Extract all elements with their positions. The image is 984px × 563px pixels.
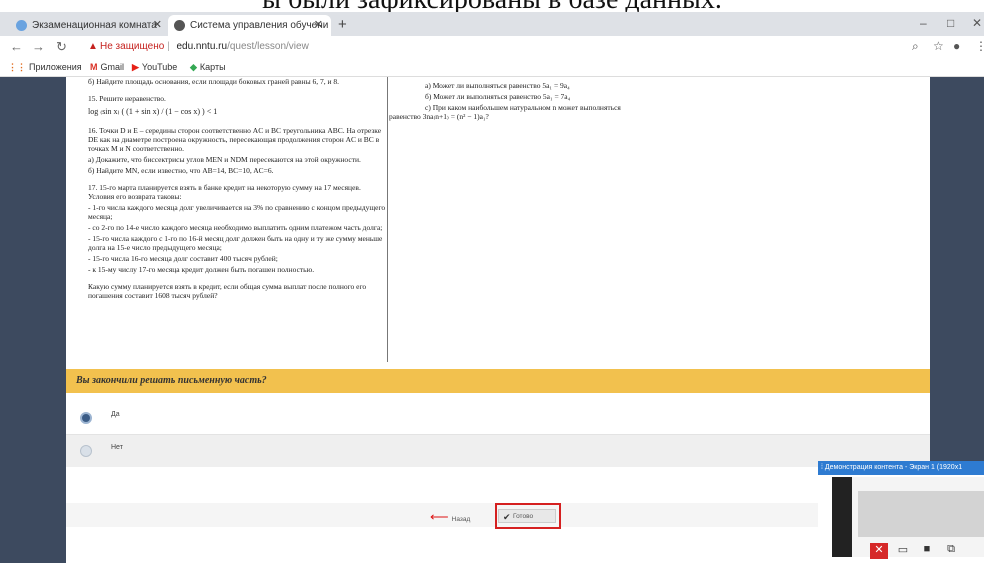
back-label: Назад: [451, 516, 471, 523]
bookmarks-bar: ⋮⋮ Приложения M Gmail ▶ YouTube ◆ Карты: [0, 58, 984, 77]
tab-label: Экзаменационная комната: [32, 20, 157, 31]
highlight-frame: [495, 503, 561, 529]
bookmark-maps[interactable]: ◆ Карты: [190, 62, 226, 73]
browser-tabbar: Экзаменационная комната ✕ Система управл…: [0, 12, 984, 36]
gmail-icon: M: [90, 62, 98, 72]
minimize-icon[interactable]: –: [920, 16, 927, 30]
q19-c: с) При каком наибольшем натуральном n мо…: [425, 103, 621, 112]
column-divider: [387, 77, 388, 362]
radio-selected-icon[interactable]: [80, 412, 92, 424]
tasks-right-column: а) Может ли выполняться равенство 5a₁ = …: [389, 77, 639, 123]
q17-item: - 15-го числа каждого с 1-го по 16-й мес…: [88, 234, 383, 252]
forward-arrow-icon[interactable]: →: [32, 39, 45, 54]
option-label: Нет: [111, 444, 123, 451]
window-icon[interactable]: ⧉: [942, 543, 960, 559]
apps-grid-icon: ⋮⋮: [8, 62, 26, 72]
tab-lms[interactable]: Система управления обучени ✕: [168, 15, 331, 36]
arrow-left-icon: ⟵: [430, 509, 449, 524]
q17-question: Какую сумму планируется взять в кредит, …: [88, 282, 367, 300]
screen-icon[interactable]: ▭: [894, 543, 912, 559]
q16-a: а) Докажите, что биссектрисы углов MEN и…: [88, 155, 361, 164]
tab-exam-room[interactable]: Экзаменационная комната ✕: [10, 15, 170, 36]
q14-tail: б) Найдите площадь основания, если площа…: [88, 77, 340, 86]
q19-a: а) Может ли выполняться равенство 5a₁ = …: [425, 81, 570, 90]
close-tab-icon[interactable]: ✕: [314, 15, 323, 36]
tab-label: Система управления обучени: [190, 20, 329, 31]
q19-b: б) Может ли выполняться равенство 5a₁ = …: [425, 92, 571, 101]
tasks-left-column: б) Найдите площадь основания, если площа…: [88, 77, 388, 302]
question-heading: Вы закончили решать письменную часть?: [66, 369, 930, 393]
q17-item: - 15-го числа 16-го месяца долг составит…: [88, 254, 278, 263]
warning-icon: ▲: [88, 41, 98, 52]
address-bar: ← → ↻ ▲ Не защищено | edu.nntu.ru/quest/…: [0, 36, 984, 58]
tab-favicon-icon: [174, 20, 185, 31]
stop-sharing-icon[interactable]: ✕: [870, 543, 888, 559]
action-footer: ⟵ Назад ✔ Готово: [66, 503, 930, 529]
answer-option-no[interactable]: Нет: [66, 435, 930, 467]
preview-shadow: [832, 477, 852, 557]
close-window-icon[interactable]: ✕: [972, 16, 982, 30]
q16-text: 16. Точки D и E – середины сторон соотве…: [88, 126, 382, 153]
lesson-card: б) Найдите площадь основания, если площа…: [66, 77, 930, 563]
url-host: edu.nntu.ru: [176, 41, 228, 52]
bookmark-star-icon[interactable]: ☆: [933, 39, 944, 53]
share-controls: ✕ ▭ ■ ⧉: [864, 541, 984, 563]
share-title[interactable]: ⁞ Демонстрация контента - Экран 1 (1920x…: [818, 461, 984, 475]
bookmark-label: Приложения: [29, 62, 82, 72]
bookmark-apps[interactable]: ⋮⋮ Приложения: [8, 62, 82, 73]
q19-c-equation: равенство 3na₍n+1₎ = (n² − 1)a₁?: [389, 112, 489, 121]
bookmark-youtube[interactable]: ▶ YouTube: [132, 62, 177, 73]
url-field[interactable]: Не защищено | edu.nntu.ru/quest/lesson/v…: [100, 41, 309, 52]
q17-item: - со 2-го по 14-е число каждого месяца н…: [88, 223, 383, 232]
profile-icon[interactable]: ●: [953, 39, 960, 53]
q15-formula: log ₍sin x₎ ( (1 + sin x) / (1 − cos x) …: [88, 107, 218, 116]
preview-box: [858, 491, 984, 537]
q17-item: - к 15-му числу 17-го месяца кредит долж…: [88, 265, 315, 274]
menu-icon[interactable]: ⋮: [975, 39, 984, 53]
q17-intro: 17. 15-го марта планируется взять в банк…: [88, 183, 361, 201]
answer-option-yes[interactable]: Да: [66, 402, 930, 435]
new-tab-icon[interactable]: +: [338, 16, 347, 33]
back-arrow-icon[interactable]: ←: [10, 39, 23, 54]
maps-icon: ◆: [190, 62, 197, 72]
youtube-icon: ▶: [132, 62, 139, 72]
url-path: /quest/lesson/view: [227, 41, 309, 52]
radio-unselected-icon[interactable]: [80, 445, 92, 457]
zoom-icon[interactable]: ⌕: [912, 39, 919, 54]
share-title-label: Демонстрация контента - Экран 1 (1920x1: [824, 464, 963, 471]
reload-icon[interactable]: ↻: [56, 39, 67, 55]
security-label: Не защищено: [100, 41, 165, 52]
bookmark-label: Карты: [199, 62, 226, 72]
q16-b: б) Найдите MN, если известно, что AB=14,…: [88, 166, 274, 175]
q17-item: - 1-го числа каждого месяца долг увеличи…: [88, 203, 386, 221]
back-button[interactable]: ⟵ Назад: [430, 510, 488, 524]
camera-icon[interactable]: ■: [918, 543, 936, 559]
tab-favicon-icon: [16, 20, 27, 31]
bookmark-gmail[interactable]: M Gmail: [90, 62, 124, 72]
maximize-icon[interactable]: □: [947, 16, 954, 30]
overlay-caption: ы были зафиксированы в базе данных.: [0, 0, 984, 12]
screen-share-panel: ⁞ Демонстрация контента - Экран 1 (1920x…: [818, 461, 984, 563]
option-label: Да: [111, 411, 120, 418]
close-tab-icon[interactable]: ✕: [153, 15, 162, 36]
q15-title: 15. Решите неравенство.: [88, 94, 166, 103]
bookmark-label: Gmail: [100, 62, 125, 72]
bookmark-label: YouTube: [141, 62, 178, 72]
